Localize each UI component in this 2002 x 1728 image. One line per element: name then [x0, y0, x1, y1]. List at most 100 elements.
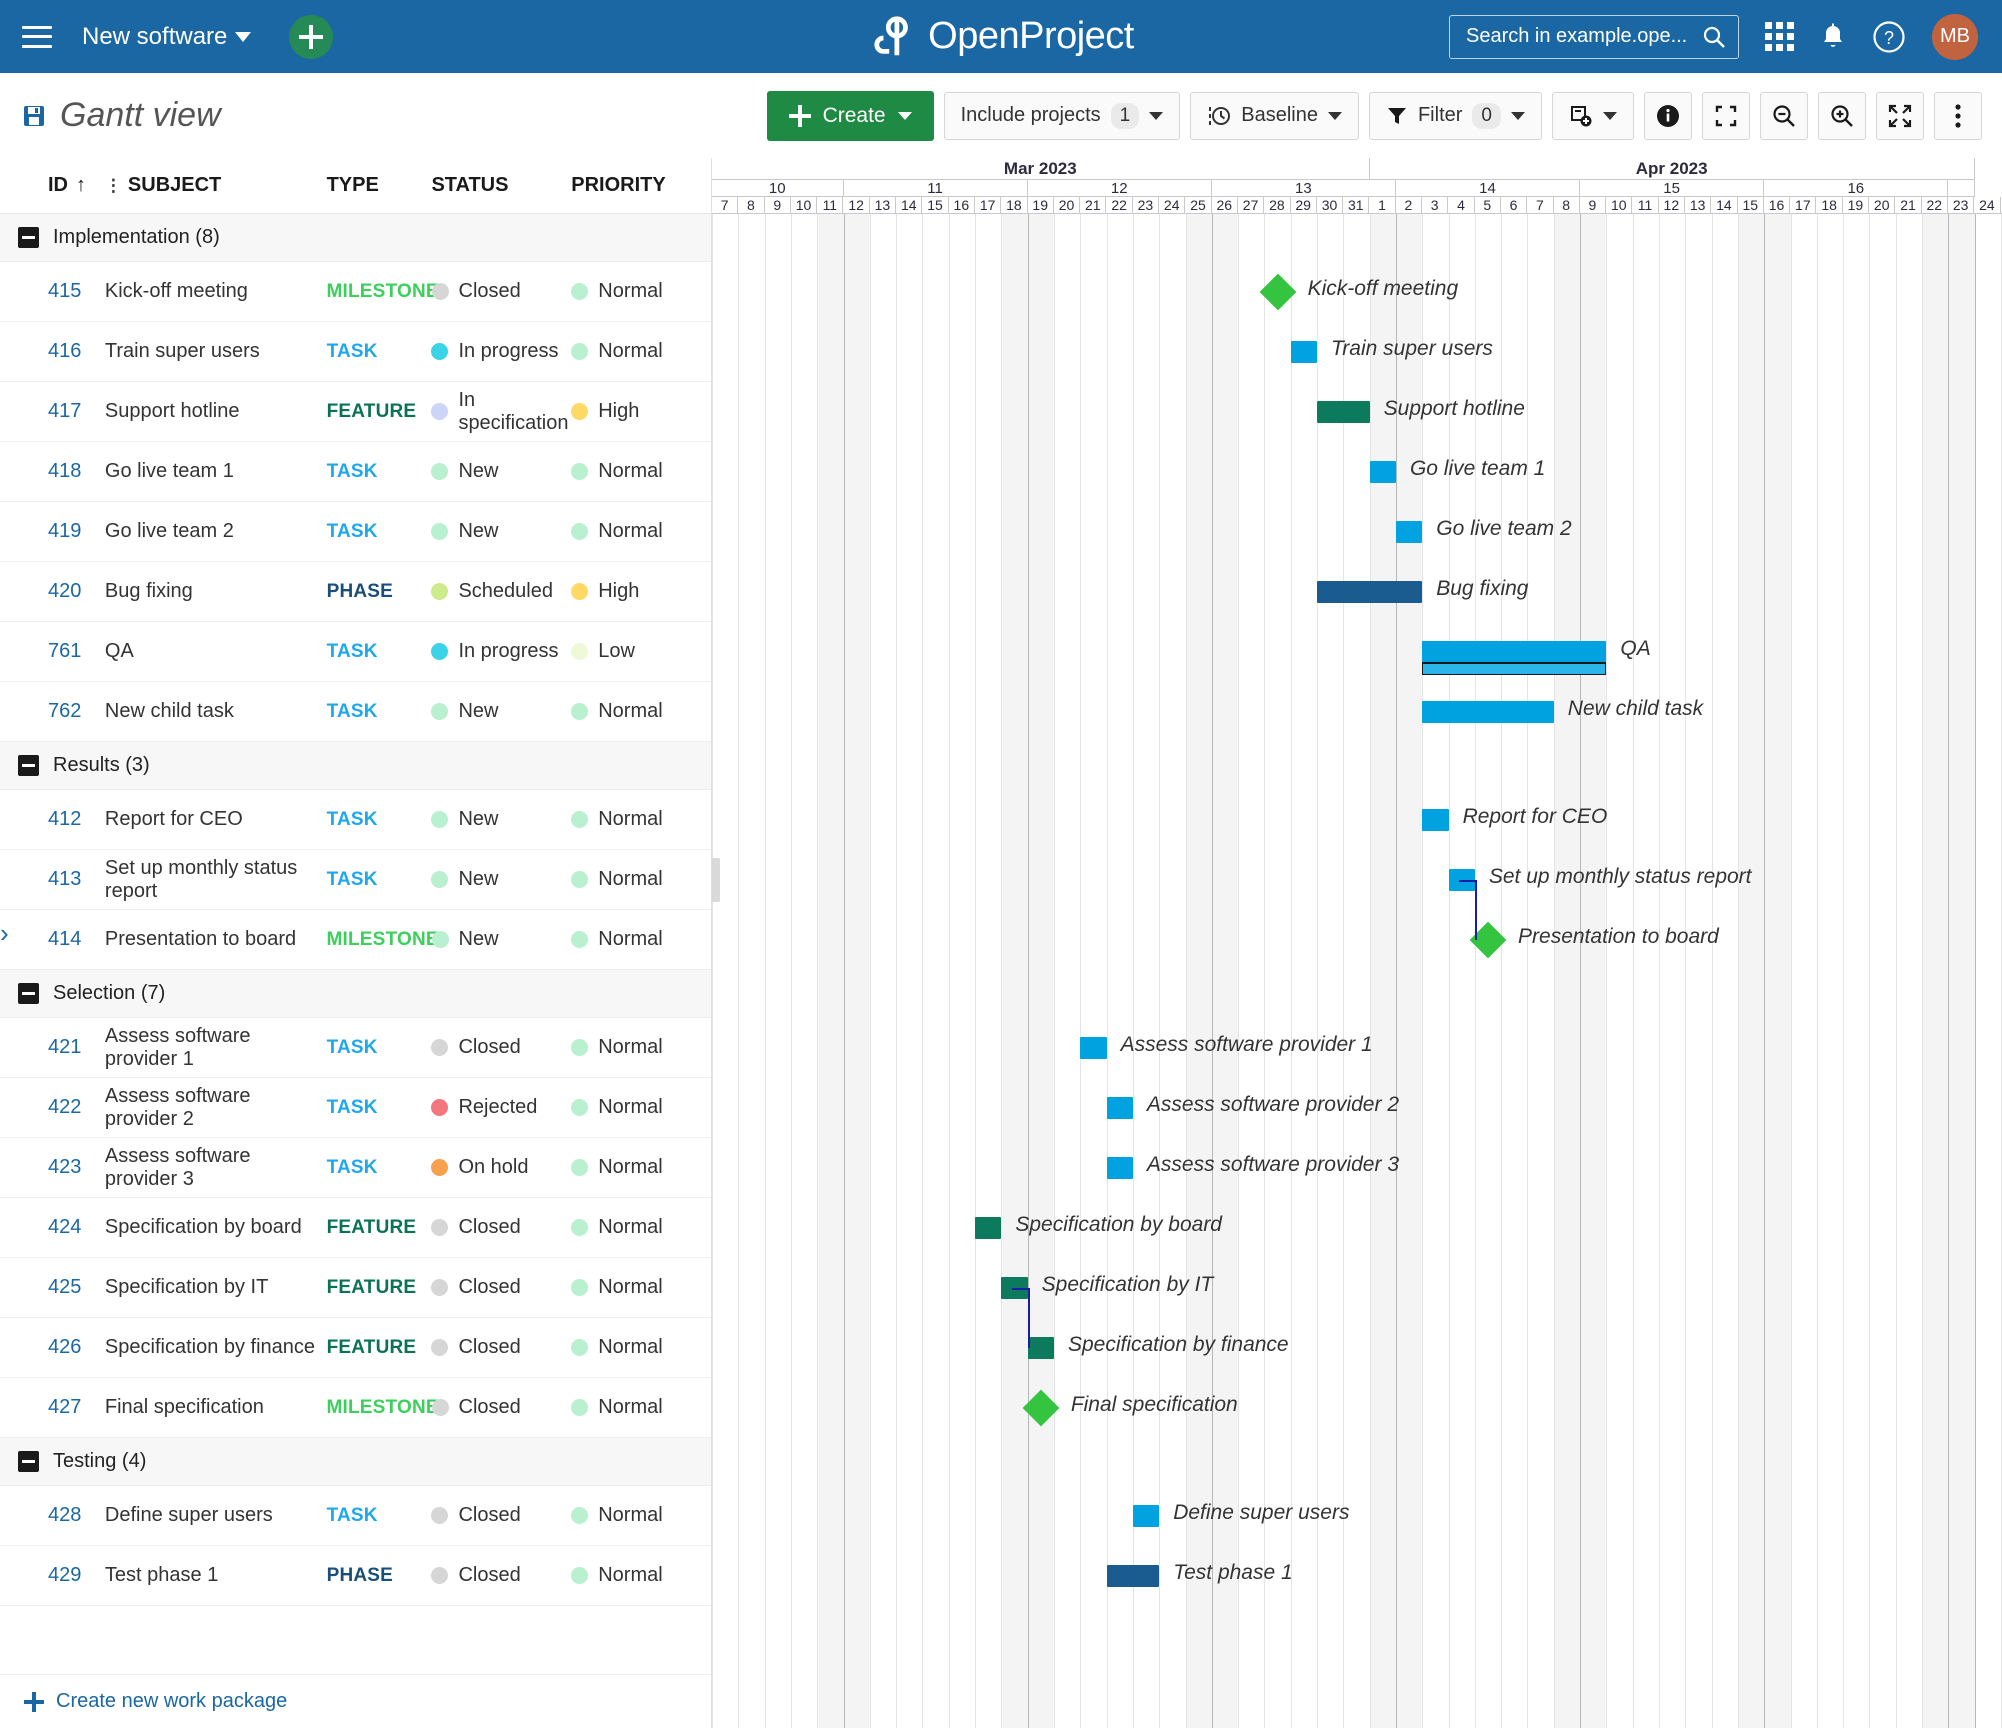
column-header-subject[interactable]: ⋮ SUBJECT: [105, 174, 327, 197]
zen-mode-button[interactable]: [1702, 91, 1750, 140]
gantt-bar[interactable]: [975, 1217, 1002, 1239]
cell-priority[interactable]: Normal: [571, 700, 711, 723]
cell-id[interactable]: 413: [0, 868, 105, 891]
cell-subject[interactable]: Go live team 1: [105, 460, 327, 483]
cell-type[interactable]: FEATURE: [327, 1337, 432, 1359]
cell-status[interactable]: Closed: [431, 1216, 571, 1239]
gantt-bar[interactable]: [1106, 1097, 1133, 1119]
cell-status[interactable]: On hold: [431, 1156, 571, 1179]
table-row[interactable]: 415 Kick-off meeting MILESTONE Closed Normal: [0, 262, 711, 322]
table-row[interactable]: 417 Support hotline FEATURE In specificatio…: [0, 382, 711, 442]
cell-subject[interactable]: New child task: [105, 700, 327, 723]
column-header-id[interactable]: ID ↑: [0, 174, 105, 197]
project-selector[interactable]: New software: [82, 23, 252, 51]
cell-id[interactable]: 416: [0, 340, 105, 363]
cell-type[interactable]: PHASE: [327, 1565, 432, 1587]
gantt-bar[interactable]: [1106, 1157, 1133, 1179]
cell-status[interactable]: New: [431, 460, 571, 483]
table-row[interactable]: 429 Test phase 1 PHASE Closed Normal: [0, 1546, 711, 1606]
cell-subject[interactable]: Assess software provider 2: [105, 1085, 327, 1131]
cell-type[interactable]: FEATURE: [327, 1217, 432, 1239]
group-row[interactable]: Implementation (8): [0, 214, 711, 262]
cell-type[interactable]: PHASE: [327, 581, 432, 603]
cell-priority[interactable]: Normal: [571, 928, 711, 951]
save-disk-icon[interactable]: [22, 104, 46, 128]
hamburger-icon[interactable]: [22, 25, 52, 48]
cell-subject[interactable]: Report for CEO: [105, 808, 327, 831]
table-row[interactable]: 761 QA TASK In progress Low: [0, 622, 711, 682]
cell-id[interactable]: 419: [0, 520, 105, 543]
cell-status[interactable]: New: [431, 700, 571, 723]
cell-id[interactable]: 428: [0, 1504, 105, 1527]
cell-priority[interactable]: High: [571, 580, 711, 603]
cell-type[interactable]: TASK: [327, 701, 432, 723]
cell-subject[interactable]: Specification by board: [105, 1216, 327, 1239]
zoom-in-button[interactable]: [1818, 91, 1866, 140]
cell-type[interactable]: FEATURE: [327, 1277, 432, 1299]
table-row[interactable]: 421 Assess software provider 1 TASK Closed N…: [0, 1018, 711, 1078]
add-button[interactable]: [289, 14, 334, 59]
cell-id[interactable]: 420: [0, 580, 105, 603]
cell-id[interactable]: 425: [0, 1276, 105, 1299]
cell-priority[interactable]: Normal: [571, 1036, 711, 1059]
cell-priority[interactable]: Low: [571, 640, 711, 663]
gantt-bar[interactable]: [1317, 581, 1423, 603]
expand-button[interactable]: [1876, 91, 1924, 140]
grid-modules-icon[interactable]: [1765, 22, 1794, 51]
collapse-group-icon[interactable]: [18, 755, 39, 776]
baseline-button[interactable]: Baseline: [1190, 91, 1359, 140]
gantt-bar[interactable]: [1132, 1505, 1160, 1527]
cell-status[interactable]: Closed: [431, 1336, 571, 1359]
table-row[interactable]: 426 Specification by finance FEATURE Closed…: [0, 1318, 711, 1378]
collapse-group-icon[interactable]: [18, 983, 39, 1004]
cell-type[interactable]: MILESTONE: [327, 281, 439, 303]
gantt-body[interactable]: Kick-off meeting Train super users Support…: [712, 214, 2002, 1728]
cell-priority[interactable]: Normal: [571, 280, 711, 303]
table-row[interactable]: 428 Define super users TASK Closed Normal: [0, 1486, 711, 1546]
cell-priority[interactable]: Normal: [571, 808, 711, 831]
table-row[interactable]: 413 Set up monthly status report TASK New No…: [0, 850, 711, 910]
cell-status[interactable]: New: [431, 808, 571, 831]
include-projects-button[interactable]: Include projects 1: [943, 91, 1181, 140]
sidebar-expand-handle[interactable]: ›: [0, 918, 9, 949]
search-input[interactable]: Search in example.ope...: [1449, 14, 1739, 59]
cell-status[interactable]: Closed: [431, 280, 572, 303]
avatar[interactable]: MB: [1932, 13, 1978, 60]
cell-status[interactable]: New: [431, 868, 571, 891]
table-row[interactable]: 414 Presentation to board MILESTONE New Norm…: [0, 910, 711, 970]
create-new-work-package-button[interactable]: Create new work package: [0, 1674, 711, 1728]
table-row[interactable]: 420 Bug fixing PHASE Scheduled High: [0, 562, 711, 622]
cell-priority[interactable]: Normal: [571, 1504, 711, 1527]
cell-priority[interactable]: Normal: [571, 1564, 711, 1587]
cell-type[interactable]: MILESTONE: [327, 929, 439, 951]
cell-priority[interactable]: Normal: [571, 868, 711, 891]
column-header-status[interactable]: STATUS: [431, 174, 571, 197]
cell-id[interactable]: 761: [0, 640, 105, 663]
table-row[interactable]: 418 Go live team 1 TASK New Normal: [0, 442, 711, 502]
cell-id[interactable]: 429: [0, 1564, 105, 1587]
cell-subject[interactable]: Define super users: [105, 1504, 327, 1527]
cell-priority[interactable]: Normal: [571, 340, 711, 363]
group-row[interactable]: Testing (4): [0, 1438, 711, 1486]
table-row[interactable]: 423 Assess software provider 3 TASK On hold…: [0, 1138, 711, 1198]
gantt-bar[interactable]: [1027, 1337, 1054, 1359]
cell-type[interactable]: TASK: [327, 809, 432, 831]
table-row[interactable]: 416 Train super users TASK In progress Norma…: [0, 322, 711, 382]
cell-type[interactable]: TASK: [327, 641, 432, 663]
cell-id[interactable]: 414: [0, 928, 105, 951]
cell-priority[interactable]: Normal: [571, 1336, 711, 1359]
cell-subject[interactable]: Set up monthly status report: [105, 857, 327, 903]
pane-splitter[interactable]: [712, 858, 720, 902]
cell-subject[interactable]: Presentation to board: [105, 928, 327, 951]
cell-priority[interactable]: Normal: [571, 520, 711, 543]
cell-status[interactable]: Rejected: [431, 1096, 571, 1119]
cell-status[interactable]: In progress: [431, 640, 571, 663]
gantt-bar[interactable]: [1422, 809, 1449, 831]
cell-type[interactable]: TASK: [327, 521, 432, 543]
cell-type[interactable]: TASK: [327, 1157, 432, 1179]
column-header-type[interactable]: TYPE: [327, 174, 432, 197]
cell-status[interactable]: Closed: [431, 1504, 571, 1527]
cell-priority[interactable]: High: [571, 400, 711, 423]
cell-status[interactable]: Closed: [431, 1276, 571, 1299]
gantt-bar[interactable]: [1106, 1565, 1160, 1587]
